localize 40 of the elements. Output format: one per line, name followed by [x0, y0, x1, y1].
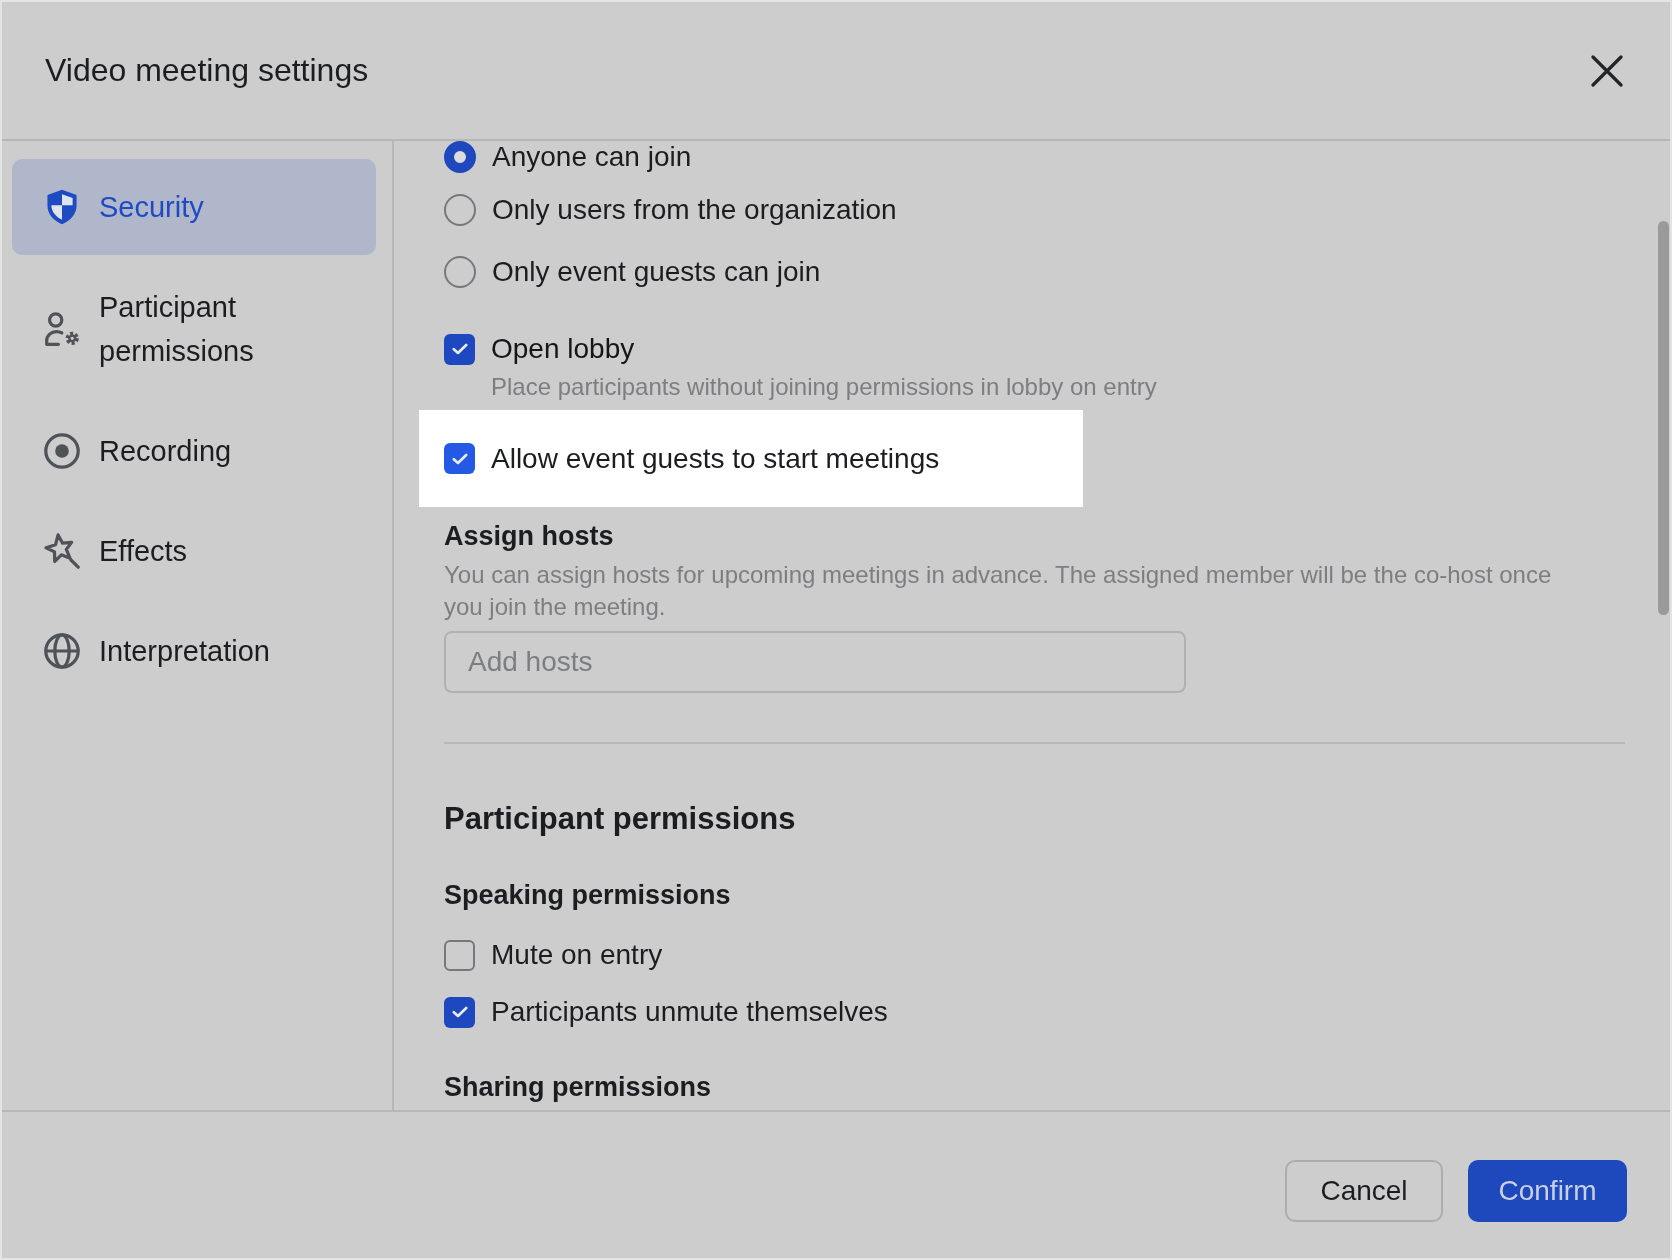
scrollbar-thumb[interactable] [1658, 221, 1669, 615]
option-label: Only users from the organization [492, 195, 897, 225]
checkbox[interactable] [444, 939, 475, 971]
checkbox[interactable] [444, 443, 475, 474]
dialog-title: Video meeting settings [45, 52, 369, 89]
close-icon [1591, 54, 1623, 87]
option-label: Open lobby [491, 334, 635, 364]
section-heading: Sharing permissions [444, 1071, 713, 1104]
radio-button[interactable] [444, 141, 476, 173]
radio-button[interactable] [444, 256, 476, 288]
record-icon [44, 433, 80, 469]
star-wand-icon [44, 533, 80, 569]
shield-icon [44, 189, 80, 225]
sidebar-item[interactable]: Interpretation [12, 603, 376, 699]
option-label: Allow event guests to start meetings [491, 443, 940, 474]
option-label: Mute on entry [491, 940, 663, 970]
radio-button[interactable] [444, 194, 476, 226]
section-heading: Assign hosts [444, 520, 615, 553]
close-button[interactable] [1591, 54, 1623, 87]
checkmark-icon [451, 452, 468, 465]
checkbox[interactable] [444, 996, 475, 1028]
cancel-button[interactable]: Cancel [1285, 1160, 1443, 1222]
globe-icon [44, 633, 80, 669]
section-description: You can assign hosts for upcoming meetings in advance. The assigned member will be the co-host once you join the meeting. [444, 560, 1553, 622]
sidebar-item[interactable]: Effects [12, 503, 376, 599]
checkmark-icon [451, 343, 468, 355]
confirm-button[interactable]: Confirm [1468, 1160, 1627, 1222]
option-label: Participants unmute themselves [491, 997, 888, 1027]
hosts-input-field[interactable]: Add hosts [444, 631, 1186, 693]
option-description: Place participants without joining permissions in lobby on entry [490, 372, 1157, 402]
sidebar-item[interactable]: Recording [12, 403, 376, 499]
sidebar-item[interactable]: Participant permissions [12, 259, 376, 399]
sidebar-item[interactable]: Security [12, 159, 376, 255]
checkmark-icon [451, 1006, 468, 1018]
section-title: Participant permissions [444, 800, 797, 838]
option-label: Anyone can join [492, 142, 692, 172]
option-label: Only event guests can join [492, 257, 821, 287]
person-gear-icon [44, 311, 80, 347]
section-heading: Speaking permissions [444, 879, 732, 912]
checkbox[interactable] [444, 333, 475, 365]
